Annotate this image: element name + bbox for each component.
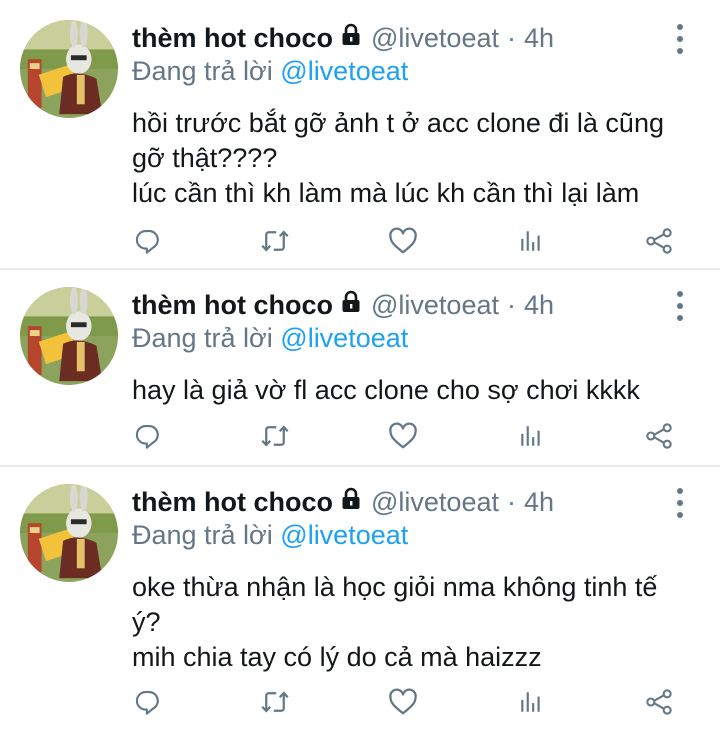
action-bar	[0, 682, 720, 722]
tweet-text-line: mih chia tay có lý do cả mà haizzz	[132, 642, 542, 672]
tweet-text-line: hay là giả vờ fl acc clone cho sợ chơi k…	[132, 375, 640, 405]
tweet-header: thèm hot choco @livetoeat · 4h	[132, 285, 554, 325]
tweet-text-line: gỡ thật????	[132, 143, 278, 173]
share-icon[interactable]	[639, 221, 679, 261]
tweet-text-line: hồi trước bắt gỡ ảnh t ở acc clone đi là…	[132, 108, 664, 138]
share-icon[interactable]	[639, 416, 679, 456]
reply-prefix: Đang trả lời	[132, 56, 273, 86]
retweet-icon[interactable]	[255, 682, 295, 722]
timestamp[interactable]: 4h	[524, 487, 554, 518]
divider	[0, 268, 720, 270]
share-icon[interactable]	[639, 682, 679, 722]
tweet[interactable]: thèm hot choco @livetoeat · 4h Đang trả …	[0, 18, 720, 268]
action-bar	[0, 221, 720, 261]
analytics-icon[interactable]	[511, 416, 551, 456]
divider	[0, 465, 720, 467]
replying-to: Đang trả lời @livetoeat	[132, 56, 408, 87]
tweet-header: thèm hot choco @livetoeat · 4h	[132, 482, 554, 522]
more-vertical-icon[interactable]	[670, 289, 690, 323]
tweet[interactable]: thèm hot choco @livetoeat · 4h Đang trả …	[0, 482, 720, 733]
analytics-icon[interactable]	[511, 221, 551, 261]
avatar[interactable]	[20, 484, 118, 582]
lock-icon	[339, 23, 363, 54]
tweet[interactable]: thèm hot choco @livetoeat · 4h Đang trả …	[0, 285, 720, 465]
reply-handle-link[interactable]: @livetoeat	[280, 56, 408, 86]
heart-icon[interactable]	[383, 416, 423, 456]
author-name[interactable]: thèm hot choco	[132, 487, 333, 518]
author-name[interactable]: thèm hot choco	[132, 290, 333, 321]
timestamp[interactable]: 4h	[524, 23, 554, 54]
heart-icon[interactable]	[383, 221, 423, 261]
tweet-text: oke thừa nhận là học giỏi nma không tinh…	[132, 570, 702, 675]
retweet-icon[interactable]	[255, 221, 295, 261]
timestamp[interactable]: 4h	[524, 290, 554, 321]
author-name[interactable]: thèm hot choco	[132, 23, 333, 54]
reply-icon[interactable]	[128, 682, 168, 722]
tweet-text: hồi trước bắt gỡ ảnh t ở acc clone đi là…	[132, 106, 702, 211]
tweet-text-line: lúc cần thì kh làm mà lúc kh cần thì lại…	[132, 178, 640, 208]
author-handle[interactable]: @livetoeat	[371, 487, 499, 518]
analytics-icon[interactable]	[511, 682, 551, 722]
author-handle[interactable]: @livetoeat	[371, 23, 499, 54]
reply-prefix: Đang trả lời	[132, 520, 273, 550]
more-vertical-icon[interactable]	[670, 22, 690, 56]
separator: ·	[506, 486, 516, 517]
tweet-text: hay là giả vờ fl acc clone cho sợ chơi k…	[132, 373, 702, 408]
reply-icon[interactable]	[128, 416, 168, 456]
reply-handle-link[interactable]: @livetoeat	[280, 520, 408, 550]
replying-to: Đang trả lời @livetoeat	[132, 520, 408, 551]
action-bar	[0, 416, 720, 456]
separator: ·	[506, 289, 516, 320]
tweet-text-line: oke thừa nhận là học giỏi nma không tinh…	[132, 572, 658, 602]
tweet-text-line: ý?	[132, 607, 161, 637]
reply-prefix: Đang trả lời	[132, 323, 273, 353]
lock-icon	[339, 487, 363, 518]
lock-icon	[339, 290, 363, 321]
reply-icon[interactable]	[128, 221, 168, 261]
retweet-icon[interactable]	[255, 416, 295, 456]
tweet-header: thèm hot choco @livetoeat · 4h	[132, 18, 554, 58]
replying-to: Đang trả lời @livetoeat	[132, 323, 408, 354]
heart-icon[interactable]	[383, 682, 423, 722]
separator: ·	[506, 22, 516, 53]
avatar[interactable]	[20, 20, 118, 118]
author-handle[interactable]: @livetoeat	[371, 290, 499, 321]
avatar[interactable]	[20, 287, 118, 385]
reply-handle-link[interactable]: @livetoeat	[280, 323, 408, 353]
more-vertical-icon[interactable]	[670, 486, 690, 520]
